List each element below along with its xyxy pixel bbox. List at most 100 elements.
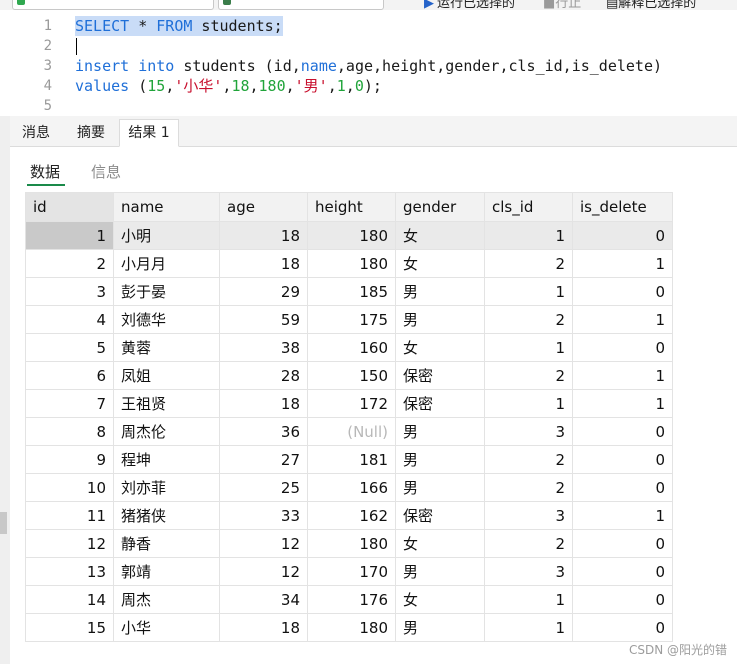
cell-age[interactable]: 12 (219, 557, 308, 586)
cell-age[interactable]: 59 (219, 305, 308, 334)
table-row[interactable]: 1 小明 18 180 女 1 0 (25, 221, 673, 250)
tab-summary[interactable]: 摘要 (66, 120, 116, 146)
column-header-name[interactable]: name (113, 192, 220, 222)
cell-name[interactable]: 刘亦菲 (113, 473, 220, 502)
cell-gender[interactable]: 女 (395, 249, 485, 278)
editor-line[interactable]: 1 SELECT * FROM students; (10, 16, 737, 36)
cell-is-delete[interactable]: 0 (572, 417, 673, 446)
cell-gender[interactable]: 男 (395, 473, 485, 502)
cell-is-delete[interactable]: 1 (572, 501, 673, 530)
cell-id[interactable]: 1 (25, 221, 114, 250)
cell-age[interactable]: 34 (219, 585, 308, 614)
cell-is-delete[interactable]: 0 (572, 221, 673, 250)
cell-is-delete[interactable]: 1 (572, 249, 673, 278)
cell-id[interactable]: 10 (25, 473, 114, 502)
cell-height[interactable]: 181 (307, 445, 396, 474)
sql-editor[interactable]: 1 SELECT * FROM students; 2 3 insert into st… (10, 10, 737, 116)
table-row[interactable]: 7 王祖贤 18 172 保密 1 1 (25, 389, 673, 418)
cell-height[interactable]: 180 (307, 613, 396, 642)
cell-cls-id[interactable]: 2 (484, 473, 573, 502)
cell-age[interactable]: 18 (219, 613, 308, 642)
cell-name[interactable]: 静香 (113, 529, 220, 558)
editor-line[interactable]: 4 values (15,'小华',18,180,'男',1,0); (10, 76, 737, 96)
table-row[interactable]: 9 程坤 27 181 男 2 0 (25, 445, 673, 474)
cell-name[interactable]: 王祖贤 (113, 389, 220, 418)
cell-height[interactable]: 170 (307, 557, 396, 586)
cell-gender[interactable]: 女 (395, 221, 485, 250)
cell-cls-id[interactable]: 1 (484, 585, 573, 614)
cell-is-delete[interactable]: 0 (572, 613, 673, 642)
cell-gender[interactable]: 女 (395, 333, 485, 362)
cell-gender[interactable]: 男 (395, 305, 485, 334)
cell-gender[interactable]: 女 (395, 529, 485, 558)
cell-age[interactable]: 18 (219, 389, 308, 418)
cell-gender[interactable]: 男 (395, 445, 485, 474)
column-header-height[interactable]: height (307, 192, 396, 222)
editor-line[interactable]: 5 (10, 96, 737, 116)
cell-cls-id[interactable]: 2 (484, 249, 573, 278)
cell-height[interactable]: 180 (307, 221, 396, 250)
editor-line[interactable]: 3 insert into students (id,name,age,heigh… (10, 56, 737, 76)
explain-selected-button[interactable]: ▤解释已选择的 (606, 0, 696, 10)
cell-id[interactable]: 3 (25, 277, 114, 306)
cell-name[interactable]: 小华 (113, 613, 220, 642)
cell-age[interactable]: 29 (219, 277, 308, 306)
cell-height[interactable]: 172 (307, 389, 396, 418)
cell-is-delete[interactable]: 1 (572, 305, 673, 334)
table-row[interactable]: 10 刘亦菲 25 166 男 2 0 (25, 473, 673, 502)
cell-gender[interactable]: 女 (395, 585, 485, 614)
table-row[interactable]: 12 静香 12 180 女 2 0 (25, 529, 673, 558)
table-row[interactable]: 8 周杰伦 36 (Null) 男 3 0 (25, 417, 673, 446)
database-selector[interactable] (218, 0, 384, 10)
tab-messages[interactable]: 消息 (12, 120, 60, 146)
table-row[interactable]: 3 彭于晏 29 185 男 1 0 (25, 277, 673, 306)
table-row[interactable]: 2 小月月 18 180 女 2 1 (25, 249, 673, 278)
cell-is-delete[interactable]: 0 (572, 445, 673, 474)
cell-name[interactable]: 周杰伦 (113, 417, 220, 446)
cell-is-delete[interactable]: 0 (572, 557, 673, 586)
cell-name[interactable]: 郭靖 (113, 557, 220, 586)
cell-gender[interactable]: 男 (395, 613, 485, 642)
cell-name[interactable]: 小明 (113, 221, 220, 250)
cell-height[interactable]: 175 (307, 305, 396, 334)
cell-age[interactable]: 25 (219, 473, 308, 502)
cell-cls-id[interactable]: 2 (484, 445, 573, 474)
cell-age[interactable]: 12 (219, 529, 308, 558)
cell-id[interactable]: 6 (25, 361, 114, 390)
cell-height[interactable]: 176 (307, 585, 396, 614)
cell-height[interactable]: 162 (307, 501, 396, 530)
cell-cls-id[interactable]: 3 (484, 557, 573, 586)
table-row[interactable]: 6 凤姐 28 150 保密 2 1 (25, 361, 673, 390)
cell-is-delete[interactable]: 0 (572, 473, 673, 502)
cell-cls-id[interactable]: 1 (484, 613, 573, 642)
cell-height[interactable]: 150 (307, 361, 396, 390)
cell-name[interactable]: 彭于晏 (113, 277, 220, 306)
cell-id[interactable]: 12 (25, 529, 114, 558)
cell-name[interactable]: 周杰 (113, 585, 220, 614)
cell-name[interactable]: 猪猪侠 (113, 501, 220, 530)
cell-height[interactable]: 160 (307, 333, 396, 362)
cell-height[interactable]: 166 (307, 473, 396, 502)
cell-id[interactable]: 8 (25, 417, 114, 446)
cell-cls-id[interactable]: 3 (484, 501, 573, 530)
cell-age[interactable]: 18 (219, 249, 308, 278)
panel-resize-handle[interactable] (0, 512, 7, 534)
cell-gender[interactable]: 男 (395, 277, 485, 306)
cell-id[interactable]: 5 (25, 333, 114, 362)
cell-name[interactable]: 黄蓉 (113, 333, 220, 362)
cell-gender[interactable]: 男 (395, 417, 485, 446)
cell-gender[interactable]: 保密 (395, 501, 485, 530)
cell-cls-id[interactable]: 2 (484, 361, 573, 390)
cell-name[interactable]: 凤姐 (113, 361, 220, 390)
cell-name[interactable]: 程坤 (113, 445, 220, 474)
cell-cls-id[interactable]: 1 (484, 277, 573, 306)
table-row[interactable]: 11 猪猪侠 33 162 保密 3 1 (25, 501, 673, 530)
cell-id[interactable]: 15 (25, 613, 114, 642)
cell-id[interactable]: 11 (25, 501, 114, 530)
cell-age[interactable]: 33 (219, 501, 308, 530)
cell-name[interactable]: 刘德华 (113, 305, 220, 334)
cell-cls-id[interactable]: 1 (484, 221, 573, 250)
column-header-gender[interactable]: gender (395, 192, 485, 222)
cell-cls-id[interactable]: 1 (484, 333, 573, 362)
column-header-age[interactable]: age (219, 192, 308, 222)
